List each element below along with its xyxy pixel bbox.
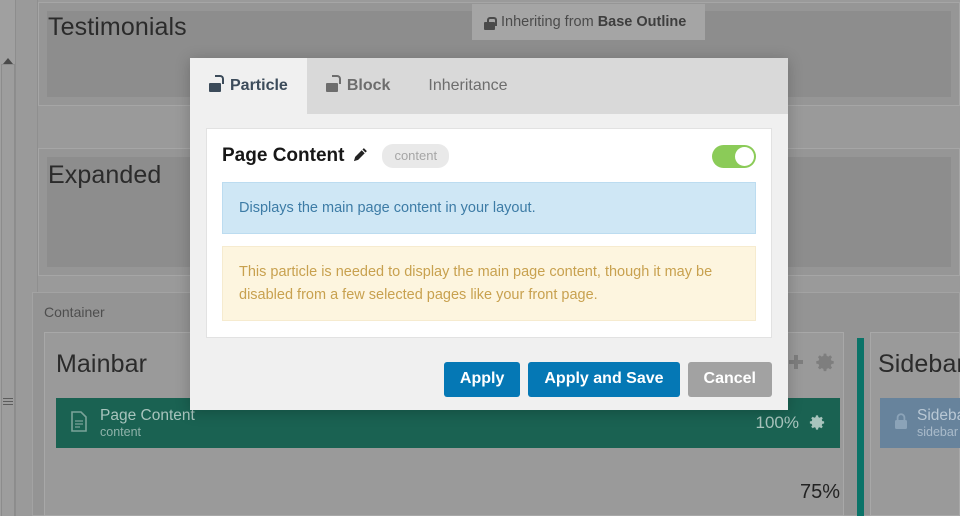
caret-up-icon[interactable] <box>3 58 13 64</box>
block-title-sidebar: Sidebar <box>878 350 960 378</box>
particle-enabled-toggle[interactable] <box>712 144 756 168</box>
apply-button[interactable]: Apply <box>443 361 521 397</box>
document-icon <box>70 410 88 436</box>
particle-size-label: 100% <box>755 413 799 432</box>
lock-icon <box>484 16 497 30</box>
modal-footer: Apply Apply and Save Cancel <box>190 348 788 410</box>
particle-info-note: Displays the main page content in your l… <box>222 182 756 235</box>
lock-icon <box>894 412 908 434</box>
particle-labels: Page Content content <box>100 407 195 439</box>
section-title-testimonials: Testimonials <box>48 13 187 41</box>
gear-icon[interactable] <box>808 414 826 432</box>
unlock-icon <box>209 75 224 92</box>
inheritance-badge: Inheriting from Base Outline <box>472 4 705 40</box>
particle-card-header: Page Content content <box>222 144 756 168</box>
tab-block[interactable]: Block <box>307 58 410 114</box>
unlock-icon <box>325 75 341 92</box>
inheritance-prefix: Inheriting from <box>501 14 594 30</box>
mainbar-width-label: 75% <box>800 481 841 503</box>
section-title-expanded: Expanded <box>48 161 162 189</box>
particle-card: Page Content content Displays the main p… <box>206 128 772 339</box>
particle-sidebar[interactable]: Sidebar sidebar <box>880 398 960 448</box>
tab-label: Particle <box>230 77 288 94</box>
plus-icon[interactable] <box>786 352 806 372</box>
particle-subtitle: content <box>100 424 142 439</box>
particle-title: Page Content <box>100 406 195 424</box>
modal-tabbar: Particle Block Inheritance <box>190 58 788 114</box>
tab-label: Block <box>346 77 391 94</box>
particle-right-controls: 100% <box>756 413 826 433</box>
apply-and-save-button[interactable]: Apply and Save <box>528 361 680 397</box>
particle-title: Sidebar <box>917 406 960 424</box>
particle-card-title: Page Content <box>222 145 345 166</box>
tab-particle[interactable]: Particle <box>190 58 307 114</box>
block-title-mainbar: Mainbar <box>56 350 148 378</box>
gear-icon[interactable] <box>814 352 836 374</box>
particle-subtitle: sidebar <box>917 424 958 439</box>
grip-lines-icon[interactable] <box>3 398 13 408</box>
tab-inheritance[interactable]: Inheritance <box>409 58 526 114</box>
particle-settings-modal: Particle Block Inheritance Page Content … <box>190 58 788 410</box>
particle-warning-note: This particle is needed to display the m… <box>222 246 756 322</box>
modal-body: Page Content content Displays the main p… <box>190 114 788 339</box>
tab-label: Inheritance <box>428 77 508 94</box>
toggle-knob <box>735 146 754 166</box>
pencil-icon[interactable] <box>353 147 368 165</box>
particle-labels: Sidebar sidebar <box>917 407 960 439</box>
cancel-button[interactable]: Cancel <box>687 361 772 397</box>
page-scrollbar[interactable] <box>0 0 16 516</box>
section-title-container: Container <box>44 304 105 320</box>
scrollbar-track[interactable] <box>1 64 15 516</box>
column-splitter[interactable] <box>857 338 864 516</box>
inheritance-source: Base Outline <box>597 14 687 30</box>
particle-id-pill: content <box>382 144 450 168</box>
